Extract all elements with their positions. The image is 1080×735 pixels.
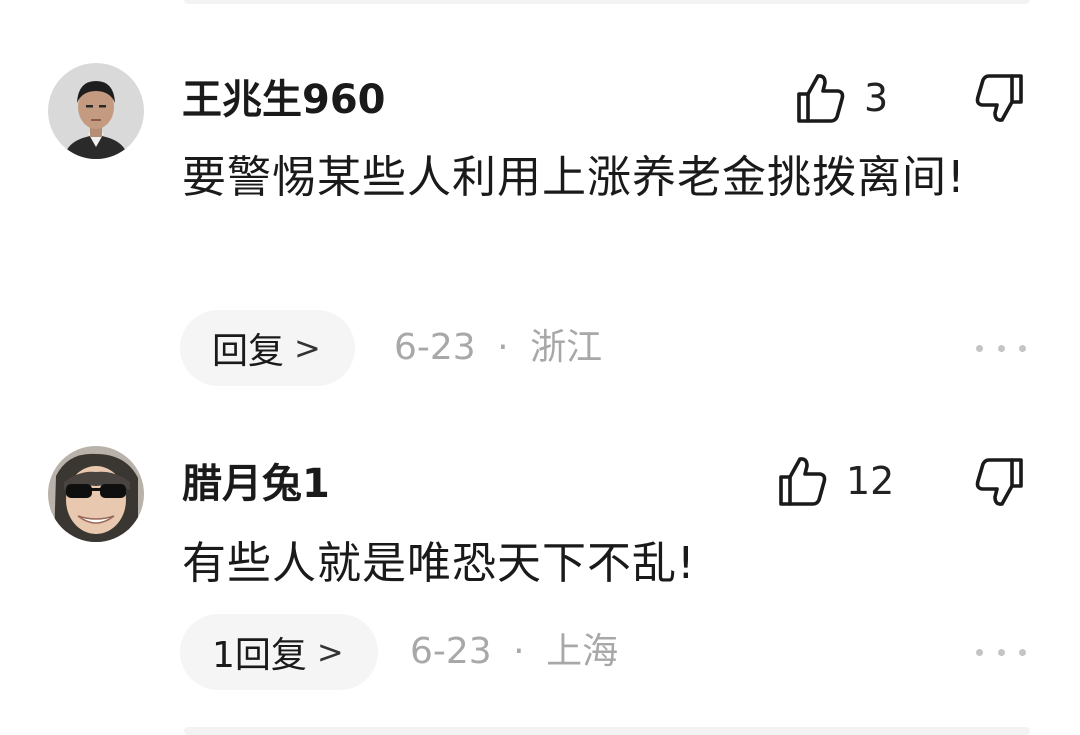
reply-label: 回复 [212, 331, 285, 372]
dislike-button[interactable] [972, 456, 1028, 512]
thumbs-down-icon [975, 74, 1023, 122]
chevron-right-icon: > [294, 329, 321, 367]
comment-text: 要警惕某些人利用上涨养老金挑拨离间! [182, 152, 966, 203]
dislike-button[interactable] [972, 72, 1028, 128]
like-button[interactable]: 3 [796, 70, 888, 126]
comment-location: 上海 [546, 631, 619, 672]
comment-date: 6-23 [410, 631, 492, 672]
comment-location: 浙江 [530, 327, 603, 368]
meta-separator: · [513, 631, 525, 672]
like-button[interactable]: 12 [778, 453, 894, 509]
like-count: 3 [864, 76, 889, 120]
like-count: 12 [846, 459, 895, 503]
username[interactable]: 王兆生960 [182, 76, 386, 124]
portrait-man-icon [48, 63, 144, 159]
thumbs-up-icon [797, 74, 845, 123]
reply-button[interactable]: 回复 > [180, 310, 355, 386]
chevron-right-icon: > [316, 633, 344, 671]
avatar[interactable] [48, 63, 144, 159]
thumbs-up-icon [779, 457, 827, 506]
comment-meta: 6-23 · 浙江 [394, 310, 602, 386]
comment-meta: 6-23 · 上海 [410, 614, 618, 690]
thumbs-down-icon [975, 458, 1023, 506]
username[interactable]: 腊月兔1 [182, 460, 330, 508]
bottom-divider [184, 727, 1030, 735]
comment-date: 6-23 [394, 327, 476, 368]
more-dots-icon[interactable] [976, 642, 1026, 662]
avatar[interactable] [48, 446, 144, 542]
reply-label: 1回复 [212, 635, 307, 676]
comment-text: 有些人就是唯恐天下不乱! [182, 538, 696, 589]
more-dots-icon[interactable] [976, 338, 1026, 358]
comment-list: 王兆生960 3 要警惕某些人利用上涨养老金挑拨离间! 回复 > 6-23 · … [0, 0, 1080, 735]
top-divider [184, 0, 1030, 4]
meta-separator: · [497, 327, 509, 368]
portrait-sunglasses-icon [48, 446, 144, 542]
reply-button[interactable]: 1回复 > [180, 614, 378, 690]
